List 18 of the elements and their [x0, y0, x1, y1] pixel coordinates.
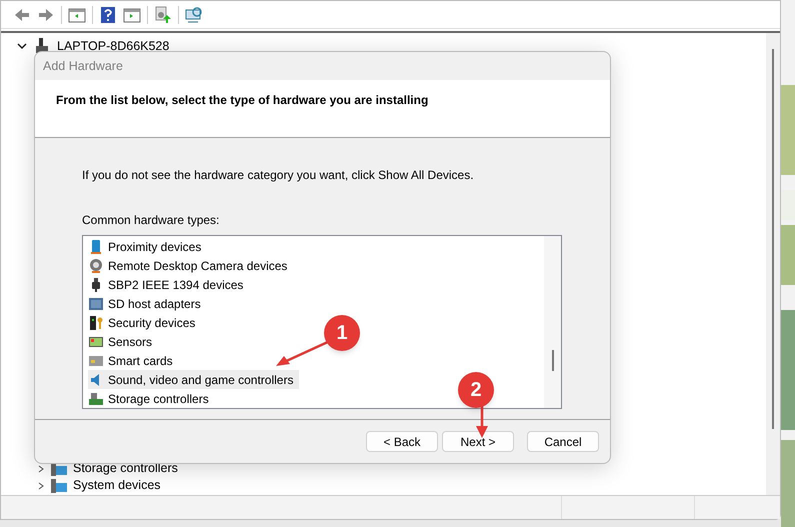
dialog-button[interactable]: Cancel	[527, 431, 599, 452]
dialog-heading: From the list below, select the type of hardware you are installing	[56, 93, 428, 107]
dialog-button[interactable]: < Back	[366, 431, 438, 452]
list-item[interactable]: Smart cards	[88, 351, 179, 370]
list-item[interactable]: Storage controllers	[88, 389, 215, 408]
dialog-button[interactable]: Next >	[442, 431, 514, 452]
list-item[interactable]: Sound, video and game controllers	[88, 370, 300, 390]
dialog-title: Add Hardware	[43, 58, 123, 75]
list-item[interactable]: SD host adapters	[88, 294, 207, 314]
hint-text: If you do not see the hardware category you want, click Show All Devices.	[82, 167, 475, 184]
list-label: Common hardware types:	[82, 212, 220, 229]
tree-item[interactable]: LAPTOP-8D66K528	[57, 36, 170, 56]
list-item[interactable]: Sensors	[88, 332, 158, 352]
list-item[interactable]: SBP2 IEEE 1394 devices	[88, 276, 250, 295]
list-item[interactable]: Security devices	[88, 314, 202, 332]
list-item[interactable]: Remote Desktop Camera devices	[88, 256, 294, 276]
tree-item[interactable]: System devices	[73, 476, 161, 495]
list-item[interactable]: Proximity devices	[88, 238, 208, 257]
